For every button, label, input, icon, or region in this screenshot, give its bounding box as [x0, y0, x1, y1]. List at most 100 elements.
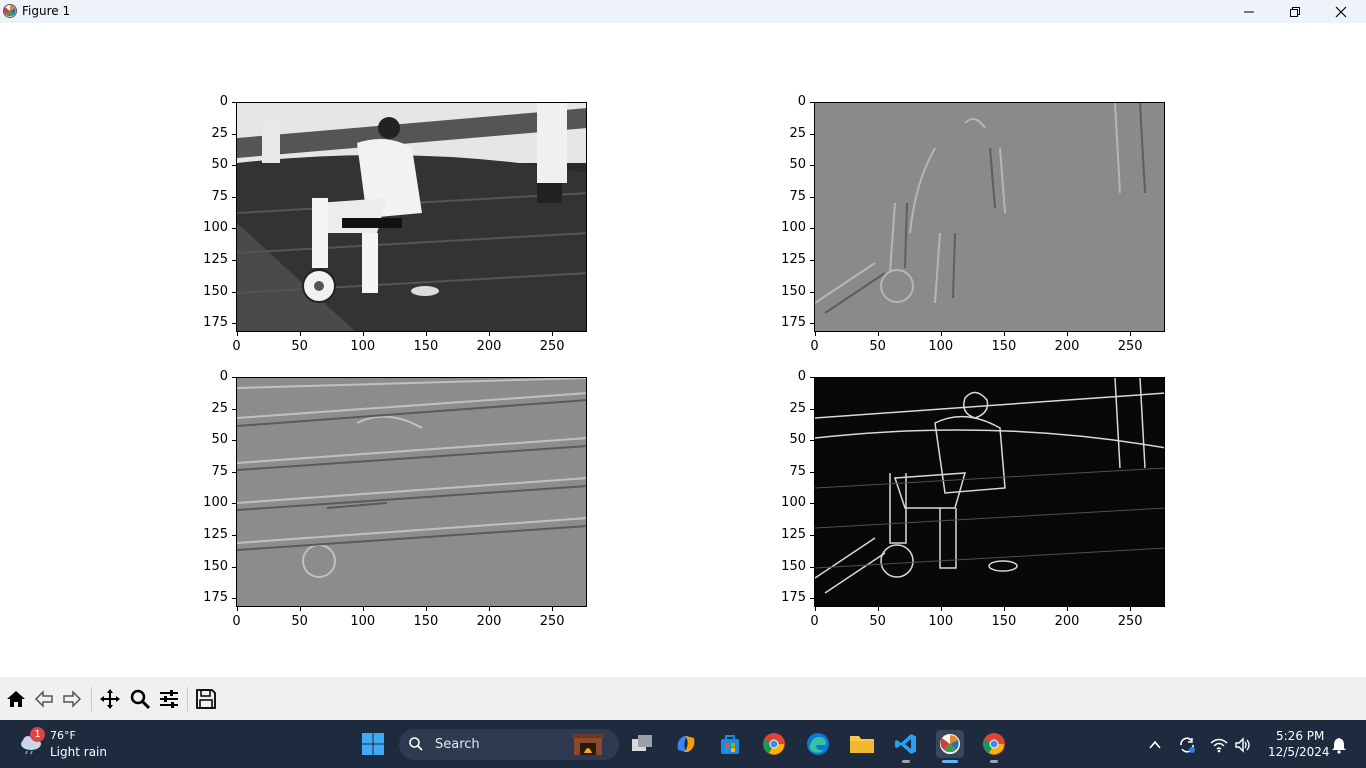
x-tick-mark: [299, 332, 301, 336]
y-tick-label: 25: [211, 125, 228, 141]
x-tick-mark: [1130, 607, 1132, 611]
y-tick-mark: [810, 471, 814, 473]
save-button[interactable]: [194, 687, 218, 711]
y-tick-mark: [232, 323, 236, 325]
x-tick-mark: [236, 332, 238, 336]
window-title: Figure 1: [22, 4, 71, 18]
notification-bell-icon[interactable]: [1330, 736, 1348, 754]
x-tick-label: 150: [413, 339, 439, 354]
y-tick-mark: [810, 196, 814, 198]
x-tick-label: 100: [928, 339, 954, 354]
vscode-button[interactable]: [892, 730, 920, 758]
back-button[interactable]: [32, 687, 56, 711]
task-view-button[interactable]: [628, 730, 656, 758]
chrome-button[interactable]: [760, 730, 788, 758]
zoom-button[interactable]: [128, 687, 152, 711]
x-tick-label: 0: [232, 339, 241, 354]
chrome-icon: [763, 733, 785, 755]
x-tick-mark: [552, 607, 554, 611]
pan-button[interactable]: [98, 687, 122, 711]
x-tick-label: 150: [991, 614, 1017, 629]
back-icon: [34, 690, 53, 708]
x-tick-mark: [489, 607, 491, 611]
home-icon: [7, 691, 25, 707]
chrome-icon-2: [983, 733, 1005, 755]
zoom-icon: [130, 689, 151, 710]
x-tick-label: 200: [1054, 614, 1080, 629]
y-tick-label: 25: [789, 125, 806, 141]
close-button[interactable]: [1318, 0, 1364, 23]
x-tick-label: 100: [350, 614, 376, 629]
matplotlib-app-button[interactable]: [936, 730, 964, 758]
matplotlib-app-icon: [940, 734, 960, 754]
y-tick-label: 50: [211, 157, 228, 173]
y-tick-mark: [232, 102, 236, 103]
x-tick-mark: [877, 607, 879, 611]
y-tick-mark: [810, 503, 814, 505]
x-tick-mark: [940, 607, 942, 611]
forward-button[interactable]: [60, 687, 84, 711]
x-tick-mark: [940, 332, 942, 336]
minimize-button[interactable]: [1226, 0, 1272, 23]
x-tick-label: 250: [539, 339, 565, 354]
clock-date[interactable]: 12/5/2024: [1268, 745, 1330, 759]
x-tick-mark: [362, 332, 364, 336]
y-tick-mark: [810, 165, 814, 167]
y-tick-mark: [232, 291, 236, 293]
x-tick-mark: [1003, 332, 1005, 336]
y-tick-mark: [810, 534, 814, 536]
clock-time[interactable]: 5:26 PM: [1276, 729, 1324, 743]
y-tick-label: 100: [781, 495, 806, 511]
y-tick-mark: [810, 259, 814, 261]
volume-icon[interactable]: [1234, 736, 1252, 754]
y-tick-mark: [232, 377, 236, 378]
configure-subplots-button[interactable]: [157, 687, 181, 711]
y-tick-mark: [810, 102, 814, 103]
y-tick-label: 75: [789, 188, 806, 204]
y-tick-label: 175: [781, 315, 806, 331]
y-tick-label: 75: [211, 463, 228, 479]
x-tick-mark: [1003, 607, 1005, 611]
y-tick-label: 125: [781, 251, 806, 267]
x-tick-label: 250: [1117, 614, 1143, 629]
x-tick-mark: [1067, 332, 1069, 336]
y-tick-mark: [810, 291, 814, 293]
y-tick-label: 150: [781, 558, 806, 574]
edge-button[interactable]: [804, 730, 832, 758]
y-tick-label: 125: [203, 526, 228, 542]
home-button[interactable]: [4, 687, 28, 711]
original-grayscale-image: [236, 102, 587, 332]
y-tick-label: 75: [211, 188, 228, 204]
copilot-icon: [677, 736, 695, 752]
matplotlib-icon: [3, 4, 17, 18]
y-tick-mark: [810, 440, 814, 442]
copilot-button[interactable]: [672, 730, 700, 758]
x-tick-mark: [814, 332, 816, 336]
y-tick-label: 150: [203, 283, 228, 299]
weather-temperature[interactable]: 76°F: [50, 729, 76, 742]
chrome-button-2[interactable]: [980, 730, 1008, 758]
microsoft-store-button[interactable]: [716, 730, 744, 758]
y-tick-label: 125: [781, 526, 806, 542]
close-icon: [1335, 6, 1347, 17]
y-tick-label: 0: [219, 94, 228, 109]
x-tick-label: 250: [1117, 339, 1143, 354]
y-tick-label: 175: [203, 590, 228, 606]
restore-button[interactable]: [1272, 0, 1318, 23]
weather-description[interactable]: Light rain: [50, 745, 107, 759]
x-tick-mark: [362, 607, 364, 611]
sync-icon[interactable]: [1178, 736, 1196, 754]
figure-canvas[interactable]: 0 25 50 75 100 125 150 175 0 50 100 150 200 250 0 25 50 7…: [0, 23, 1366, 677]
y-tick-label: 50: [789, 157, 806, 173]
x-tick-label: 150: [991, 339, 1017, 354]
y-tick-label: 125: [203, 251, 228, 267]
y-tick-mark: [810, 408, 814, 410]
y-tick-mark: [232, 598, 236, 600]
wifi-icon[interactable]: [1210, 736, 1228, 754]
windows-start-icon[interactable]: [360, 731, 386, 757]
pan-icon: [100, 689, 120, 709]
file-explorer-button[interactable]: [848, 730, 876, 758]
y-tick-mark: [232, 165, 236, 167]
y-tick-mark: [810, 566, 814, 568]
chevron-up-icon[interactable]: [1146, 736, 1164, 754]
